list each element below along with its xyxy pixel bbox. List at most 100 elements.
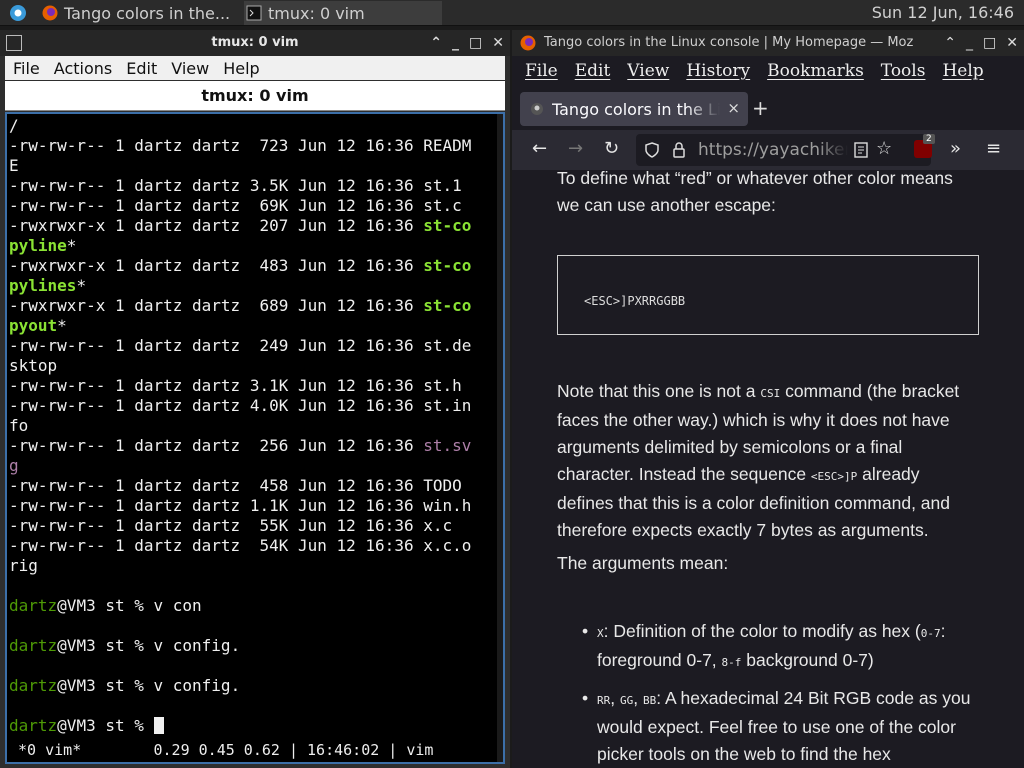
close-icon[interactable]: ✕	[1006, 30, 1018, 56]
terminal-output[interactable]: / -rw-rw-r-- 1 dartz dartz 723 Jun 12 16:…	[5, 112, 505, 764]
forward-button[interactable]: →	[568, 138, 583, 159]
menu-tools[interactable]: Tools	[881, 61, 926, 81]
panel-clock[interactable]: Sun 12 Jun, 16:46	[872, 3, 1014, 22]
minimize-icon[interactable]: _	[966, 30, 973, 56]
maximize-icon[interactable]: □	[469, 30, 482, 56]
paragraph-arguments: The arguments mean:	[557, 553, 729, 573]
terminal-icon	[6, 35, 22, 51]
terminal-icon	[246, 5, 262, 21]
executable-name: pyline	[9, 236, 67, 255]
overflow-chevron-icon[interactable]: »	[950, 138, 961, 159]
terminal-line: sktop	[9, 356, 495, 376]
minimize-icon[interactable]: _	[452, 30, 459, 56]
ublock-origin-icon[interactable]: 2	[914, 134, 935, 158]
line-text: -rw-rw-r-- 1 dartz dartz 69K Jun 12 16:3…	[9, 196, 462, 215]
menu-view[interactable]: View	[171, 59, 209, 78]
prompt-user: dartz	[9, 676, 58, 695]
prompt-user: dartz	[9, 716, 58, 735]
inline-code: <ESC>]P	[810, 470, 858, 483]
terminal-line: -rw-rw-r-- 1 dartz dartz 3.5K Jun 12 16:…	[9, 176, 495, 196]
line-text: -rw-rw-r-- 1 dartz dartz 3.1K Jun 12 16:…	[9, 376, 462, 395]
terminal-line: dartz@VM3 st %	[9, 716, 495, 736]
maximize-icon[interactable]: □	[983, 30, 996, 56]
menu-history[interactable]: History	[686, 61, 750, 81]
menu-view[interactable]: View	[627, 61, 669, 81]
reader-view-icon[interactable]	[854, 142, 868, 158]
text: : Definition of the color to modify as h…	[603, 621, 921, 641]
line-text: -rw-rw-r-- 1 dartz dartz 55K Jun 12 16:3…	[9, 516, 453, 535]
terminal-line: -rw-rw-r-- 1 dartz dartz 3.1K Jun 12 16:…	[9, 376, 495, 396]
star-bookmark-icon[interactable]: ☆	[876, 138, 892, 159]
menu-edit[interactable]: Edit	[575, 61, 611, 81]
browser-window-titlebar[interactable]: Tango colors in the Linux console | My H…	[512, 30, 1024, 56]
terminal-tab-title[interactable]: tmux: 0 vim	[5, 81, 505, 111]
back-button[interactable]: ←	[532, 138, 547, 159]
line-text: @VM3 st % v config.	[57, 676, 241, 695]
url-text: https://yayachiken.net	[698, 140, 848, 160]
paragraph-note: Note that this one is not a CSI command …	[557, 378, 977, 544]
terminal-line: pyline*	[9, 236, 495, 256]
menu-file[interactable]: File	[525, 61, 558, 81]
terminal-line: pyout*	[9, 316, 495, 336]
terminal-line: -rwxrwxr-x 1 dartz dartz 483 Jun 12 16:3…	[9, 256, 495, 276]
terminal-window-titlebar[interactable]: tmux: 0 vim ⌃ _ □ ✕	[0, 30, 510, 56]
close-tab-icon[interactable]: ×	[727, 99, 740, 117]
terminal-line: fo	[9, 416, 495, 436]
executable-name: st-co	[423, 256, 472, 275]
reload-button[interactable]: ↻	[604, 138, 619, 159]
tab-tango-colors[interactable]: Tango colors in the Linux console ×	[520, 92, 748, 126]
inline-code: 8-f	[721, 656, 742, 669]
taskbar-item-firefox[interactable]: Tango colors in the...	[42, 1, 240, 25]
line-text: /	[9, 116, 19, 135]
terminal-line: g	[9, 456, 495, 476]
browser-window: Tango colors in the Linux console | My H…	[512, 30, 1024, 768]
line-text: -rw-rw-r-- 1 dartz dartz 458 Jun 12 16:3…	[9, 476, 462, 495]
line-text: -rw-rw-r-- 1 dartz dartz 723 Jun 12 16:3…	[9, 136, 472, 155]
executable-name: pylines	[9, 276, 77, 295]
menu-bookmarks[interactable]: Bookmarks	[767, 61, 864, 81]
list-item: X: Definition of the color to modify as …	[582, 618, 982, 676]
new-tab-button[interactable]: +	[752, 96, 769, 120]
inline-code: CSI	[760, 387, 781, 400]
terminal-scrollbar[interactable]	[497, 114, 503, 762]
image-file-name: st.sv	[423, 436, 472, 455]
line-text: -rw-rw-r-- 1 dartz dartz 54K Jun 12 16:3…	[9, 536, 472, 555]
menu-help[interactable]: Help	[942, 61, 983, 81]
menu-edit[interactable]: Edit	[126, 59, 157, 78]
url-bar[interactable]: https://yayachiken.net ☆	[636, 134, 931, 166]
terminal-line: -rw-rw-r-- 1 dartz dartz 54K Jun 12 16:3…	[9, 536, 495, 556]
hamburger-menu-icon[interactable]: ≡	[986, 138, 1001, 159]
line-text: fo	[9, 416, 29, 435]
close-icon[interactable]: ✕	[492, 30, 504, 56]
chevron-up-icon[interactable]: ⌃	[430, 30, 442, 56]
line-text: -rwxrwxr-x 1 dartz dartz 207 Jun 12 16:3…	[9, 216, 424, 235]
menu-file[interactable]: File	[13, 59, 40, 78]
line-text: -rw-rw-r-- 1 dartz dartz 249 Jun 12 16:3…	[9, 336, 472, 355]
list-item: RR, GG, BB: A hexadecimal 24 Bit RGB cod…	[582, 685, 982, 768]
line-text: @VM3 st %	[57, 716, 154, 735]
taskbar-item-terminal[interactable]: tmux: 0 vim	[244, 1, 442, 25]
text: background 0-7)	[741, 650, 874, 670]
taskbar-item-label: tmux: 0 vim	[268, 3, 365, 23]
terminal-line: -rw-rw-r-- 1 dartz dartz 69K Jun 12 16:3…	[9, 196, 495, 216]
extension-badge: 2	[923, 134, 935, 144]
app-launcher[interactable]	[10, 1, 36, 25]
navigation-toolbar: ← → ↻ https://yayachiken.net ☆ 2 » ≡	[512, 130, 1024, 170]
terminal-line: dartz@VM3 st % v con	[9, 596, 495, 616]
inline-code: BB	[642, 694, 657, 707]
terminal-window-title: tmux: 0 vim	[211, 35, 299, 50]
line-text: -rw-rw-r-- 1 dartz dartz 256 Jun 12 16:3…	[9, 436, 424, 455]
terminal-line: -rwxrwxr-x 1 dartz dartz 689 Jun 12 16:3…	[9, 296, 495, 316]
lock-icon[interactable]	[672, 142, 686, 158]
browser-menubar: File Edit View History Bookmarks Tools H…	[512, 56, 1024, 86]
exec-suffix: *	[57, 316, 67, 335]
firefox-icon	[42, 5, 58, 21]
menu-actions[interactable]: Actions	[54, 59, 112, 78]
menu-help[interactable]: Help	[223, 59, 259, 78]
shield-icon[interactable]	[644, 142, 660, 158]
browser-tabstrip: Tango colors in the Linux console × +	[512, 88, 1024, 128]
terminal-line: -rw-rw-r-- 1 dartz dartz 1.1K Jun 12 16:…	[9, 496, 495, 516]
chevron-up-icon[interactable]: ⌃	[944, 30, 956, 56]
